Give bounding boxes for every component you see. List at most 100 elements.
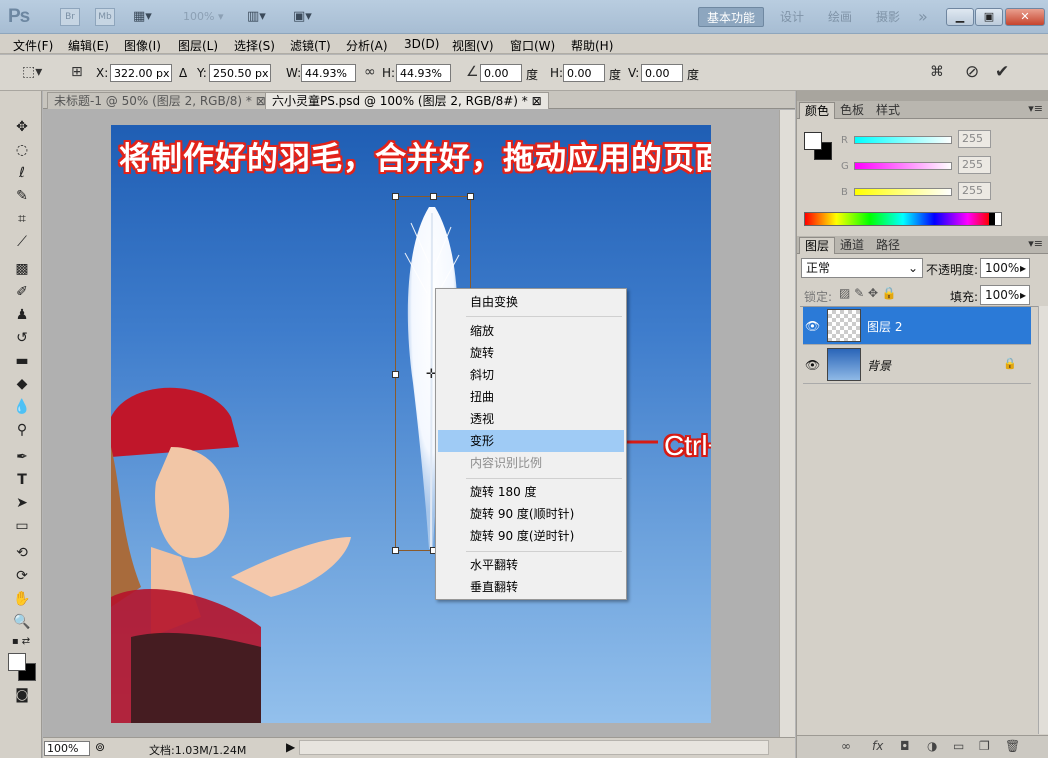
minimize-button[interactable]: ▁ [946, 8, 974, 26]
layer-name[interactable]: 图层 2 [867, 318, 902, 335]
tab-channels[interactable]: 通道 [835, 237, 869, 254]
link-layers-icon[interactable]: ∞ [841, 739, 851, 753]
move-tool-icon[interactable]: ✥ [10, 117, 34, 137]
brush-tool-icon[interactable]: ✐ [10, 282, 34, 302]
y-field[interactable] [209, 64, 271, 82]
menu-help[interactable]: 帮助(H) [571, 37, 613, 54]
layer-row[interactable]: 👁 背景 🔒 [803, 346, 1031, 384]
warp-mode-icon[interactable]: ⌘ [930, 64, 944, 80]
layer-name[interactable]: 背景 [867, 357, 891, 374]
add-mask-icon[interactable]: ◘ [900, 739, 910, 753]
g-value[interactable]: 255 [958, 156, 991, 174]
menu-flip-vertical[interactable]: 垂直翻转 [438, 576, 624, 598]
horizontal-scrollbar[interactable] [299, 740, 769, 755]
close-button[interactable]: ✕ [1005, 8, 1045, 26]
transform-handle[interactable] [392, 193, 399, 200]
menu-analysis[interactable]: 分析(A) [346, 37, 388, 54]
status-menu-icon[interactable]: ⊚ [95, 740, 105, 754]
shape-tool-icon[interactable]: ▭ [10, 516, 34, 536]
lock-icons[interactable]: ▨ ✎ ✥ 🔒 [839, 286, 897, 300]
tab-color[interactable]: 颜色 [799, 102, 836, 119]
opacity-field[interactable]: 100% ▸ [980, 258, 1030, 278]
menu-distort[interactable]: 扭曲 [438, 386, 624, 408]
menu-3d[interactable]: 3D(D) [404, 37, 439, 51]
lasso-tool-icon[interactable]: ℓ [10, 163, 34, 183]
menu-scale[interactable]: 缩放 [438, 320, 624, 342]
b-slider[interactable] [854, 188, 952, 196]
blur-tool-icon[interactable]: 💧 [10, 397, 34, 417]
menu-image[interactable]: 图像(I) [124, 37, 161, 54]
transform-handle[interactable] [392, 371, 399, 378]
g-slider[interactable] [854, 162, 952, 170]
v-skew-field[interactable] [641, 64, 683, 82]
adjustment-layer-icon[interactable]: ◑ [927, 739, 937, 753]
menu-skew[interactable]: 斜切 [438, 364, 624, 386]
tab-swatches[interactable]: 色板 [835, 102, 869, 119]
type-tool-icon[interactable]: T [10, 470, 34, 490]
workspace-photography[interactable]: 摄影 [868, 7, 908, 27]
menu-rotate-180[interactable]: 旋转 180 度 [438, 481, 624, 503]
menu-rotate-90-cw[interactable]: 旋转 90 度(顺时针) [438, 503, 624, 525]
paint-bucket-tool-icon[interactable]: ◆ [10, 374, 34, 394]
path-selection-tool-icon[interactable]: ➤ [10, 493, 34, 513]
blend-mode-dropdown[interactable]: 正常 ⌄ [801, 258, 923, 278]
menu-file[interactable]: 文件(F) [13, 37, 53, 54]
menu-perspective[interactable]: 透视 [438, 408, 624, 430]
transform-handle[interactable] [467, 193, 474, 200]
workspace-painting[interactable]: 绘画 [820, 7, 860, 27]
angle-field[interactable] [480, 64, 522, 82]
layer-style-icon[interactable]: fx [872, 739, 883, 753]
more-workspaces-icon[interactable]: » [910, 7, 936, 27]
zoom-tool-icon[interactable]: 🔍 [10, 612, 34, 632]
visibility-eye-icon[interactable]: 👁 [805, 319, 820, 333]
zoom-level-field[interactable]: 100% [44, 741, 90, 756]
eraser-tool-icon[interactable]: ▬ [10, 351, 34, 371]
menu-edit[interactable]: 编辑(E) [68, 37, 109, 54]
menu-select[interactable]: 选择(S) [234, 37, 275, 54]
clone-stamp-tool-icon[interactable]: ♟ [10, 305, 34, 325]
menu-free-transform[interactable]: 自由变换 [438, 291, 624, 313]
dodge-tool-icon[interactable]: ⚲ [10, 420, 34, 440]
menu-warp[interactable]: 变形 [438, 430, 624, 452]
eyedropper-tool-icon[interactable]: ⟋ [10, 232, 34, 252]
panel-menu-icon[interactable]: ▾≡ [1028, 102, 1043, 115]
history-brush-tool-icon[interactable]: ↺ [10, 328, 34, 348]
delete-layer-icon[interactable]: 🗑 [1005, 739, 1020, 753]
view-extras-icon[interactable]: ▦▾ [133, 9, 152, 24]
tab-untitled-1[interactable]: 未标题-1 @ 50% (图层 2, RGB/8) * ⊠ [47, 92, 273, 109]
pen-tool-icon[interactable]: ✒ [10, 447, 34, 467]
fg-color-swatch[interactable] [804, 132, 822, 150]
h-skew-field[interactable] [563, 64, 605, 82]
panel-menu-icon[interactable]: ▾≡ [1028, 237, 1043, 250]
close-tab-icon[interactable]: ⊠ [532, 94, 542, 108]
commit-transform-icon[interactable]: ✔ [995, 62, 1009, 82]
screen-mode-icon[interactable]: ▣▾ [293, 9, 312, 24]
link-icon[interactable]: ∞ [364, 64, 376, 80]
b-value[interactable]: 255 [958, 182, 991, 200]
move-tool-preset-icon[interactable]: ⬚▾ [22, 64, 42, 80]
menu-window[interactable]: 窗口(W) [510, 37, 555, 54]
tab-layers[interactable]: 图层 [799, 237, 836, 254]
crop-tool-icon[interactable]: ⌗ [10, 209, 34, 229]
workspace-design[interactable]: 设计 [772, 7, 812, 27]
minibridge-button[interactable]: Mb [95, 8, 115, 26]
x-field[interactable] [110, 64, 172, 82]
hand-tool-icon[interactable]: ✋ [10, 589, 34, 609]
fill-field[interactable]: 100% ▸ [980, 285, 1030, 305]
menu-content-aware-scale[interactable]: 内容识别比例 [438, 452, 624, 474]
workspace-basic[interactable]: 基本功能 [698, 7, 765, 27]
quick-mask-icon[interactable]: ◙ [10, 685, 34, 705]
cancel-transform-icon[interactable]: ⊘ [965, 62, 979, 82]
status-expand-icon[interactable]: ▶ [286, 740, 295, 754]
bridge-button[interactable]: Br [60, 8, 80, 26]
layer-row[interactable]: 👁 图层 2 [803, 307, 1031, 345]
maximize-button[interactable]: ▣ [975, 8, 1003, 26]
menu-view[interactable]: 视图(V) [452, 37, 494, 54]
menu-flip-horizontal[interactable]: 水平翻转 [438, 554, 624, 576]
tab-psd[interactable]: 六小灵童PS.psd @ 100% (图层 2, RGB/8#) * ⊠ [265, 92, 549, 109]
visibility-eye-icon[interactable]: 👁 [805, 358, 820, 372]
zoom-dropdown[interactable]: 100% ▾ [183, 10, 223, 23]
swap-colors-icon[interactable]: ▪ ⇄ [6, 632, 36, 652]
quick-select-tool-icon[interactable]: ✎ [10, 186, 34, 206]
arrange-documents-icon[interactable]: ▥▾ [247, 9, 266, 24]
